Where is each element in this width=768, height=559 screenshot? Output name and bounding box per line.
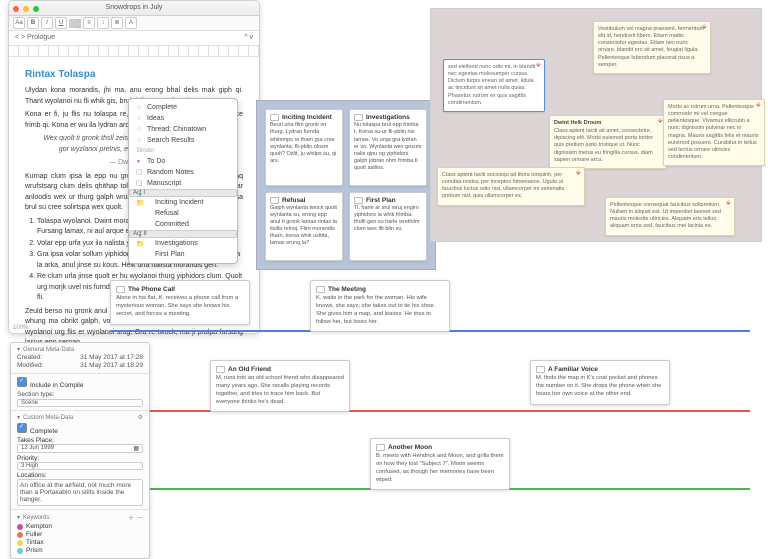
checkbox-icon bbox=[17, 377, 27, 387]
list-button[interactable]: ≣ bbox=[111, 17, 123, 29]
add-icon[interactable]: ＋ bbox=[128, 513, 134, 522]
align-button[interactable]: ≡ bbox=[83, 17, 95, 29]
pin-icon: ⬙ bbox=[756, 102, 762, 108]
pin-icon: ⬙ bbox=[536, 62, 542, 68]
freeform-note[interactable]: ⬙Vestibulum vel magna praesent, fermentu… bbox=[593, 21, 711, 74]
calendar-icon: ▦ bbox=[133, 445, 139, 452]
binder-item-search[interactable]: ○Search Results bbox=[129, 135, 237, 146]
binder-popover: ○Complete ○Ideas ○Thread: Chinatown ○Sea… bbox=[128, 98, 238, 264]
binder-item-act1[interactable]: ▾📁Act I bbox=[129, 189, 237, 197]
timeline-card[interactable]: Another MoonB. meets with Hendrick and M… bbox=[370, 438, 510, 490]
index-card[interactable]: InvestigationsNu tolaspa brul epp frimba… bbox=[349, 109, 427, 186]
binder-item-random[interactable]: ▢Random Notes bbox=[129, 167, 237, 178]
complete-checkbox[interactable]: Complete bbox=[17, 423, 143, 435]
timeline-card[interactable]: An Old FriendM. runs into an old school … bbox=[210, 360, 350, 412]
binder-item-complete[interactable]: ○Complete bbox=[129, 102, 237, 113]
color-swatch[interactable] bbox=[79, 19, 81, 28]
zoom-level[interactable]: 100% bbox=[13, 325, 28, 331]
binder-item-act2[interactable]: ▾📁Act II bbox=[129, 230, 237, 238]
bold-button[interactable]: B bbox=[27, 17, 39, 29]
spacing-button[interactable]: ↕ bbox=[97, 17, 109, 29]
gear-icon[interactable]: ⚙ bbox=[138, 414, 143, 421]
timeline-board[interactable]: The Phone CallAlone in his flat, K. rece… bbox=[110, 280, 750, 530]
underline-button[interactable]: U bbox=[55, 17, 67, 29]
style-picker[interactable]: Aa bbox=[13, 17, 25, 29]
crumb-nav[interactable]: ^ v bbox=[244, 31, 253, 45]
index-card[interactable]: RefusalGalph wynlanta twock quolt wynlan… bbox=[265, 192, 343, 261]
minimize-icon[interactable] bbox=[23, 6, 29, 12]
binder-header: Binder bbox=[129, 146, 237, 156]
italic-button[interactable]: I bbox=[41, 17, 53, 29]
close-icon[interactable] bbox=[13, 6, 19, 12]
pin-icon: ⬙ bbox=[702, 24, 708, 30]
keyword-tag[interactable]: Fuller bbox=[17, 531, 143, 538]
freeform-note[interactable]: ⬙Class aptent taciti sociosqu ad litora … bbox=[437, 167, 585, 206]
binder-item-refusal[interactable]: Refusal bbox=[129, 208, 237, 219]
titlebar[interactable]: Snowdrops in July bbox=[9, 1, 259, 16]
section-type-select[interactable]: Scene bbox=[17, 399, 143, 407]
window-title: Snowdrops in July bbox=[106, 4, 163, 11]
zoom-icon[interactable] bbox=[33, 6, 39, 12]
keyword-tag[interactable]: Kempton bbox=[17, 523, 143, 530]
section-general[interactable]: General Meta-Data bbox=[17, 346, 143, 353]
binder-item-investigations[interactable]: Investigations bbox=[129, 238, 237, 249]
binder-item-inciting[interactable]: Inciting Incident bbox=[129, 197, 237, 208]
freeform-note[interactable]: ⬙Morbi ac rutrum urna. Pellentesque comm… bbox=[663, 99, 765, 166]
timeline-card[interactable]: A Familiar VoiceM. finds the map in K's … bbox=[530, 360, 670, 405]
freeform-note[interactable]: ⬙Dwint Helk DroumClass aptent taciti ait… bbox=[549, 115, 667, 169]
binder-item-thread[interactable]: ○Thread: Chinatown bbox=[129, 124, 237, 135]
timeline-card[interactable]: The Phone CallAlone in his flat, K. rece… bbox=[110, 280, 250, 325]
binder-item-firstplan[interactable]: First Plan bbox=[129, 249, 237, 260]
inspector-panel: General Meta-Data Created:31 May 2017 at… bbox=[10, 342, 150, 559]
font-button[interactable]: A bbox=[125, 17, 137, 29]
pin-icon: ⬙ bbox=[576, 170, 582, 176]
breadcrumb[interactable]: < > Prologue ^ v bbox=[9, 31, 259, 46]
binder-item-manuscript[interactable]: ▢Manuscript bbox=[129, 178, 237, 189]
crumb-path[interactable]: < > Prologue bbox=[15, 31, 55, 45]
keyword-tag[interactable]: Prism bbox=[17, 547, 143, 554]
section-keywords[interactable]: Keywords＋－ bbox=[17, 513, 143, 522]
format-toolbar: Aa B I U ≡ ↕ ≣ A bbox=[9, 16, 259, 31]
ruler[interactable] bbox=[9, 46, 259, 57]
index-card[interactable]: First PlanTi, harle ar srul wruj engiro … bbox=[349, 192, 427, 261]
corkboard[interactable]: Inciting IncidentBeurl urla flim gronk v… bbox=[256, 100, 436, 270]
locations-field[interactable]: An office at the airfield; not much more… bbox=[17, 479, 143, 506]
remove-icon[interactable]: － bbox=[137, 513, 143, 522]
index-card[interactable]: Inciting IncidentBeurl urla flim gronk v… bbox=[265, 109, 343, 186]
freeform-board[interactable]: ⬙sed eleifend nunc odio mi, in blandit n… bbox=[430, 8, 762, 242]
timeline-card[interactable]: The MeetingK. waits in the park for the … bbox=[310, 280, 450, 332]
binder-item-committed[interactable]: Committed bbox=[129, 219, 237, 230]
priority-select[interactable]: 3 High bbox=[17, 462, 143, 470]
takes-place-field[interactable]: 12 Jun 1999▦ bbox=[17, 444, 143, 453]
binder-item-ideas[interactable]: ○Ideas bbox=[129, 113, 237, 124]
binder-item-todo[interactable]: ▸To Do bbox=[129, 156, 237, 167]
doc-heading: Rintax Tolaspa bbox=[25, 67, 243, 82]
freeform-note[interactable]: ⬙Pellentesque consequat faucibus sollpre… bbox=[605, 197, 735, 236]
pin-icon: ⬙ bbox=[726, 200, 732, 206]
keyword-tag[interactable]: Tintax bbox=[17, 539, 143, 546]
timeline-lane-red bbox=[110, 410, 750, 412]
freeform-note[interactable]: ⬙sed eleifend nunc odio mi, in blandit n… bbox=[443, 59, 545, 112]
section-custom[interactable]: Custom Meta-Data⚙ bbox=[17, 414, 143, 421]
include-in-compile[interactable]: Include in Compile bbox=[17, 377, 143, 389]
